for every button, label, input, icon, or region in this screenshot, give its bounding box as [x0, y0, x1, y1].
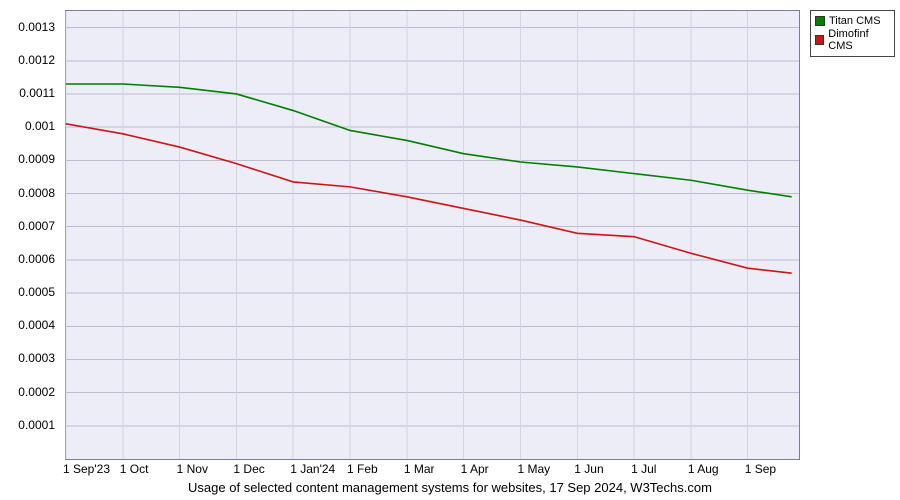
chart-caption: Usage of selected content management sys… — [0, 480, 900, 495]
y-tick-label: 0.0007 — [18, 219, 55, 233]
series-line — [66, 84, 792, 197]
x-tick-label: 1 Aug — [688, 462, 719, 476]
x-tick-label: 1 Feb — [347, 462, 378, 476]
y-tick-label: 0.0008 — [18, 186, 55, 200]
legend-item: Dimofinf CMS — [815, 28, 890, 52]
chart-svg — [66, 11, 799, 459]
y-tick-label: 0.0009 — [18, 152, 55, 166]
y-tick-label: 0.0011 — [19, 86, 55, 100]
plot-area — [65, 10, 800, 460]
x-tick-label: 1 Jan'24 — [290, 462, 335, 476]
x-tick-label: 1 Apr — [461, 462, 489, 476]
x-axis: 1 Sep'23 1 Oct 1 Nov 1 Dec 1 Jan'24 1 Feb 1 Ma… — [65, 462, 800, 480]
x-tick-label: 1 Sep — [745, 462, 776, 476]
legend-label: Dimofinf CMS — [828, 28, 890, 52]
legend: Titan CMSDimofinf CMS — [810, 10, 895, 57]
legend-item: Titan CMS — [815, 15, 890, 27]
y-axis: 0.0001 0.0002 0.0003 0.0004 0.0005 0.0006 0.00… — [0, 10, 60, 460]
y-tick-label: 0.0004 — [18, 318, 55, 332]
x-tick-label: 1 Nov — [177, 462, 208, 476]
y-tick-label: 0.0006 — [18, 252, 55, 266]
x-tick-label: 1 Mar — [404, 462, 435, 476]
x-tick-label: 1 Jul — [631, 462, 656, 476]
legend-swatch — [815, 16, 825, 26]
y-tick-label: 0.0002 — [18, 385, 55, 399]
x-tick-label: 1 Oct — [120, 462, 149, 476]
x-tick-label: 1 Dec — [233, 462, 264, 476]
x-tick-label: 1 May — [517, 462, 550, 476]
y-tick-label: 0.0012 — [18, 53, 55, 67]
y-tick-label: 0.0001 — [18, 418, 55, 432]
x-tick-label: 1 Sep'23 — [63, 462, 110, 476]
y-tick-label: 0.0003 — [18, 351, 55, 365]
y-tick-label: 0.001 — [25, 119, 55, 133]
legend-label: Titan CMS — [829, 15, 881, 27]
y-tick-label: 0.0005 — [18, 285, 55, 299]
legend-swatch — [815, 35, 824, 45]
y-tick-label: 0.0013 — [18, 20, 55, 34]
x-tick-label: 1 Jun — [574, 462, 603, 476]
